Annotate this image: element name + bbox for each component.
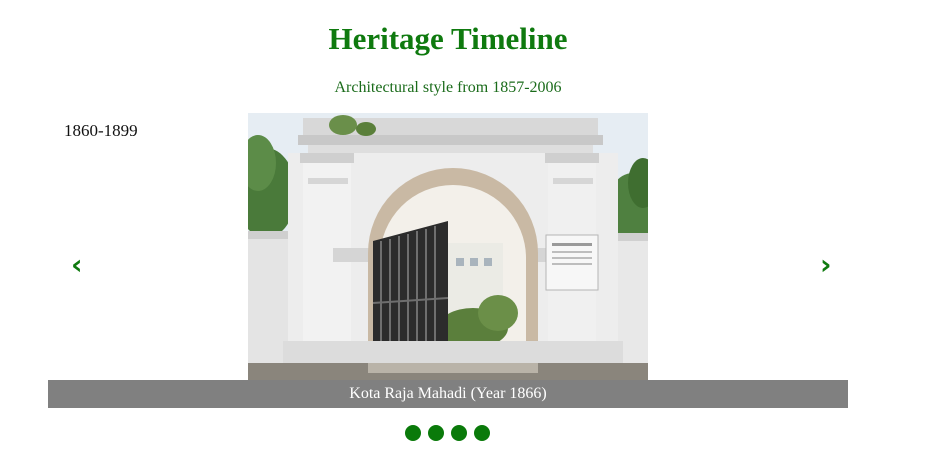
page-subtitle: Architectural style from 1857-2006 (334, 79, 562, 96)
slide-indicator-dot[interactable] (428, 425, 444, 441)
slide-indicator-dot[interactable] (474, 425, 490, 441)
prev-slide-button[interactable]: ‹ (71, 250, 83, 280)
period-label: 1860-1899 (64, 121, 138, 140)
next-slide-button[interactable]: › (820, 250, 832, 280)
page-title: Heritage Timeline (328, 21, 568, 56)
slide-photo (248, 113, 648, 380)
slide-indicator-dot[interactable] (405, 425, 421, 441)
slide-indicator-dot[interactable] (451, 425, 467, 441)
slide-caption: Kota Raja Mahadi (Year 1866) (48, 380, 848, 408)
slide-indicators (405, 425, 490, 441)
